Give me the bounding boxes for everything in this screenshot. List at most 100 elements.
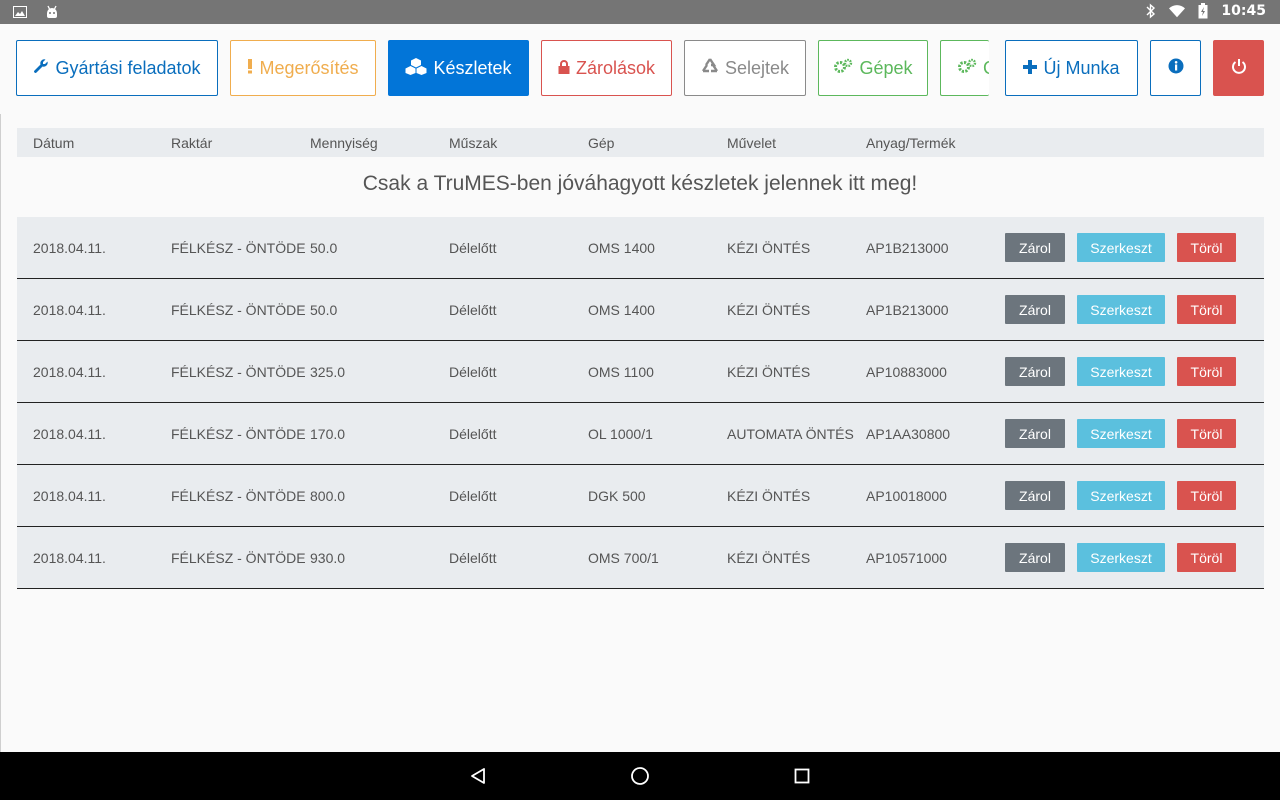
- cell-machine: OMS 1400: [588, 239, 655, 256]
- lock-button[interactable]: Zárol: [1005, 295, 1065, 324]
- home-icon[interactable]: [628, 764, 652, 788]
- locks-button[interactable]: Zárolások: [541, 40, 672, 96]
- header-date: Dátum: [33, 134, 75, 151]
- back-icon[interactable]: [466, 764, 490, 788]
- recents-icon[interactable]: [790, 764, 814, 788]
- edit-button[interactable]: Szerkeszt: [1077, 357, 1165, 386]
- machines-label: Gépek: [859, 57, 913, 78]
- edit-button[interactable]: Szerkeszt: [1077, 481, 1165, 510]
- cell-date: 2018.04.11.: [33, 549, 106, 566]
- cell-operation: KÉZI ÖNTÉS: [727, 363, 811, 380]
- delete-button[interactable]: Töröl: [1177, 481, 1236, 510]
- header-quantity: Mennyiség: [310, 134, 378, 151]
- cell-quantity: 50.0: [310, 301, 338, 318]
- header-warehouse: Raktár: [171, 134, 213, 151]
- header-material: Anyag/Termék: [866, 134, 956, 151]
- lock-button[interactable]: Zárol: [1005, 481, 1065, 510]
- cell-warehouse: FÉLKÉSZ - ÖNTÖDE: [171, 363, 306, 380]
- table-row: 2018.04.11. FÉLKÉSZ - ÖNTÖDE 800.0 Délel…: [17, 465, 1264, 527]
- gears-icon: [833, 58, 853, 79]
- bluetooth-icon: [1143, 3, 1159, 19]
- left-border: [0, 114, 1, 752]
- navigation-bar: [0, 752, 1280, 800]
- delete-button[interactable]: Töröl: [1177, 295, 1236, 324]
- cell-operation: AUTOMATA ÖNTÉS: [727, 425, 854, 442]
- cell-operation: KÉZI ÖNTÉS: [727, 301, 811, 318]
- image-icon: [12, 4, 28, 20]
- app-content: Gyártási feladatok Megerősítés Készletek…: [0, 24, 1280, 752]
- cell-warehouse: FÉLKÉSZ - ÖNTÖDE: [171, 239, 306, 256]
- cell-machine: OMS 1400: [588, 301, 655, 318]
- cell-quantity: 170.0: [310, 425, 346, 442]
- clock: 10:45: [1221, 3, 1266, 19]
- table-row: 2018.04.11. FÉLKÉSZ - ÖNTÖDE 50.0 Délelő…: [17, 217, 1264, 279]
- table-row: 2018.04.11. FÉLKÉSZ - ÖNTÖDE 50.0 Délelő…: [17, 279, 1264, 341]
- android-icon: [44, 4, 60, 20]
- edit-button[interactable]: Szerkeszt: [1077, 543, 1165, 572]
- cell-quantity: 325.0: [310, 363, 346, 380]
- header-operation: Művelet: [727, 134, 777, 151]
- table-row: 2018.04.11. FÉLKÉSZ - ÖNTÖDE 325.0 Délel…: [17, 341, 1264, 403]
- cell-material: AP1B213000: [866, 301, 949, 318]
- gears-icon: [957, 58, 977, 79]
- new-work-label: Új Munka: [1043, 57, 1120, 78]
- cell-machine: OL 1000/1: [588, 425, 653, 442]
- cell-machine: OMS 1100: [588, 363, 654, 380]
- delete-button[interactable]: Töröl: [1177, 233, 1236, 262]
- new-work-button[interactable]: Új Munka: [1005, 40, 1138, 96]
- header-shift: Műszak: [449, 134, 498, 151]
- battery-icon: [1195, 3, 1211, 19]
- lock-icon: [558, 58, 570, 79]
- cell-shift: Délelőtt: [449, 487, 497, 504]
- cell-date: 2018.04.11.: [33, 301, 106, 318]
- info-button[interactable]: [1150, 40, 1201, 96]
- main-toolbar: Gyártási feladatok Megerősítés Készletek…: [0, 40, 1280, 96]
- delete-button[interactable]: Töröl: [1177, 419, 1236, 448]
- overflow-tab-label: G: [983, 58, 989, 79]
- confirmation-button[interactable]: Megerősítés: [230, 40, 376, 96]
- stock-button[interactable]: Készletek: [388, 40, 529, 96]
- cell-material: AP10571000: [866, 549, 947, 566]
- scrap-button[interactable]: Selejtek: [684, 40, 806, 96]
- power-button[interactable]: [1213, 40, 1264, 96]
- machines-button[interactable]: Gépek: [818, 40, 928, 96]
- delete-button[interactable]: Töröl: [1177, 357, 1236, 386]
- overflow-tab-button[interactable]: G: [940, 40, 989, 96]
- cell-date: 2018.04.11.: [33, 487, 106, 504]
- recycle-icon: [701, 57, 719, 79]
- edit-button[interactable]: Szerkeszt: [1077, 419, 1165, 448]
- stock-table-body: 2018.04.11. FÉLKÉSZ - ÖNTÖDE 50.0 Délelő…: [17, 217, 1264, 589]
- plus-icon: [1023, 58, 1038, 79]
- cell-shift: Délelőtt: [449, 549, 497, 566]
- confirmation-label: Megerősítés: [259, 57, 359, 78]
- production-tasks-label: Gyártási feladatok: [55, 57, 201, 78]
- cell-machine: DGK 500: [588, 487, 646, 504]
- info-notice: Csak a TruMES-ben jóváhagyott készletek …: [362, 172, 918, 195]
- locks-label: Zárolások: [575, 57, 656, 78]
- scrap-label: Selejtek: [724, 57, 790, 78]
- cell-date: 2018.04.11.: [33, 425, 106, 442]
- table-header: Dátum Raktár Mennyiség Műszak Gép Művele…: [17, 128, 1264, 157]
- lock-button[interactable]: Zárol: [1005, 233, 1065, 262]
- lock-button[interactable]: Zárol: [1005, 419, 1065, 448]
- cubes-icon: [405, 57, 427, 80]
- edit-button[interactable]: Szerkeszt: [1077, 295, 1165, 324]
- cell-warehouse: FÉLKÉSZ - ÖNTÖDE: [171, 487, 306, 504]
- table-row: 2018.04.11. FÉLKÉSZ - ÖNTÖDE 170.0 Délel…: [17, 403, 1264, 465]
- cell-warehouse: FÉLKÉSZ - ÖNTÖDE: [171, 425, 306, 442]
- cell-quantity: 50.0: [310, 239, 338, 256]
- cell-warehouse: FÉLKÉSZ - ÖNTÖDE: [171, 301, 306, 318]
- lock-button[interactable]: Zárol: [1005, 357, 1065, 386]
- cell-quantity: 930.0: [310, 549, 346, 566]
- wrench-icon: [33, 58, 49, 79]
- status-bar: 10:45: [0, 0, 1280, 24]
- exclamation-icon: [247, 58, 253, 79]
- header-machine: Gép: [588, 134, 615, 151]
- cell-date: 2018.04.11.: [33, 239, 106, 256]
- cell-machine: OMS 700/1: [588, 549, 659, 566]
- production-tasks-button[interactable]: Gyártási feladatok: [16, 40, 218, 96]
- lock-button[interactable]: Zárol: [1005, 543, 1065, 572]
- edit-button[interactable]: Szerkeszt: [1077, 233, 1165, 262]
- cell-operation: KÉZI ÖNTÉS: [727, 239, 811, 256]
- delete-button[interactable]: Töröl: [1177, 543, 1236, 572]
